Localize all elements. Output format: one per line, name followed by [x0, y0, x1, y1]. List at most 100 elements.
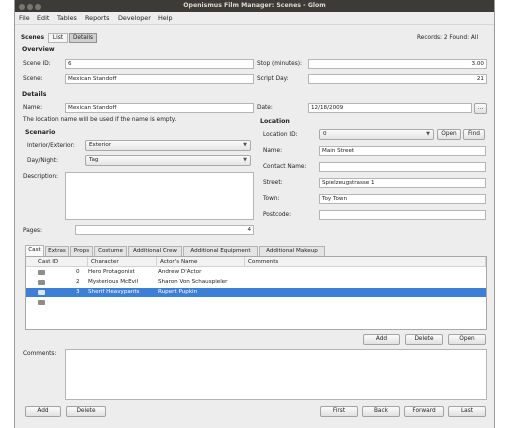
cast-id-cell: 0: [76, 269, 80, 275]
menu-help[interactable]: Help: [158, 14, 173, 22]
app-window: Openismus Film Manager: Scenes - Glom Fi…: [14, 0, 495, 428]
cast-open-button[interactable]: Open: [448, 334, 486, 345]
character-cell: Hero Protagonist: [88, 269, 135, 275]
chevron-down-icon: ▼: [243, 157, 247, 163]
location-name-hint: The location name will be used if the na…: [23, 117, 177, 123]
contact-name-label: Contact Name:: [263, 164, 307, 170]
records-count: Records: 2 Found: All: [417, 35, 479, 41]
details-heading: Details: [22, 91, 47, 98]
postcode-field[interactable]: [319, 210, 486, 220]
back-button[interactable]: Back: [362, 406, 400, 417]
character-cell: Sherif Heavypants: [88, 289, 140, 295]
table-row[interactable]: 0 Hero Protagonist Andrew D'Actor: [26, 268, 486, 277]
folder-icon[interactable]: [38, 270, 45, 275]
folder-icon[interactable]: [38, 290, 45, 295]
character-cell: Mysterious McEvil: [88, 279, 139, 285]
contact-name-field[interactable]: [319, 162, 486, 172]
cast-add-button[interactable]: Add: [363, 334, 400, 345]
first-button[interactable]: First: [320, 406, 358, 417]
tab-additional-makeup[interactable]: Additional Makeup: [259, 246, 325, 256]
location-id-label: Location ID:: [263, 132, 298, 138]
column-header-cast-id[interactable]: Cast ID: [26, 257, 88, 267]
comments-label: Comments:: [23, 351, 57, 357]
tab-additional-crew[interactable]: Additional Crew: [128, 246, 182, 256]
day-night-value: Tag: [89, 157, 99, 163]
column-header-actor-name[interactable]: Actor's Name: [157, 257, 245, 267]
date-label: Date:: [257, 105, 273, 111]
location-name-label: Name:: [263, 148, 283, 154]
actor-cell: Rupert Pupkin: [158, 289, 198, 295]
table-row-selected[interactable]: 3 Sherif Heavypants Rupert Pupkin: [26, 288, 486, 297]
folder-icon[interactable]: [38, 300, 45, 305]
cast-id-cell: 2: [76, 279, 80, 285]
pages-field[interactable]: 4: [75, 225, 254, 235]
table-name: Scenes: [21, 35, 45, 41]
menu-edit[interactable]: Edit: [37, 14, 49, 22]
interior-exterior-label: Interior/Exterior:: [27, 143, 75, 149]
scenario-heading: Scenario: [25, 129, 56, 136]
list-view-button[interactable]: List: [48, 33, 68, 43]
location-open-button[interactable]: Open: [437, 129, 461, 140]
town-field[interactable]: Toy Town: [319, 194, 486, 204]
actor-cell: Andrew D'Actor: [158, 269, 202, 275]
name-field[interactable]: Mexican Standoff: [65, 103, 254, 113]
forward-button[interactable]: Forward: [404, 406, 444, 417]
folder-icon[interactable]: [38, 280, 45, 285]
scene-id-label: Scene ID:: [23, 61, 51, 67]
location-find-button[interactable]: Find: [463, 129, 485, 140]
menu-bar: File Edit Tables Reports Developer Help: [15, 12, 494, 25]
tab-cast[interactable]: Cast: [25, 245, 44, 256]
table-row-empty[interactable]: [26, 298, 486, 307]
description-field[interactable]: [65, 172, 254, 220]
column-header-character[interactable]: Character: [88, 257, 157, 267]
town-label: Town:: [263, 196, 280, 202]
maximize-window-button[interactable]: [35, 4, 41, 10]
script-day-field[interactable]: 21: [308, 74, 487, 84]
actor-cell: Sharon Von Schauspieler: [158, 279, 228, 285]
chevron-down-icon: ▼: [426, 131, 430, 137]
location-id-combo[interactable]: 0 ▼: [319, 129, 434, 140]
minimize-window-button[interactable]: [27, 4, 33, 10]
cast-id-cell: 3: [76, 289, 80, 295]
comments-field[interactable]: [65, 349, 487, 400]
record-add-button[interactable]: Add: [25, 406, 61, 417]
date-field[interactable]: 12/18/2009: [308, 103, 472, 113]
pages-label: Pages:: [23, 228, 43, 234]
title-bar: Openismus Film Manager: Scenes - Glom: [15, 0, 494, 12]
interior-exterior-value: Exterior: [89, 142, 112, 148]
scene-id-field[interactable]: 6: [65, 59, 254, 69]
location-heading: Location: [260, 118, 290, 125]
record-delete-button[interactable]: Delete: [66, 406, 106, 417]
date-picker-button[interactable]: ...: [474, 103, 487, 114]
stop-field[interactable]: 3.00: [308, 59, 487, 69]
menu-reports[interactable]: Reports: [85, 14, 110, 22]
last-button[interactable]: Last: [448, 406, 486, 417]
tab-costume[interactable]: Costume: [94, 246, 127, 256]
scene-label: Scene:: [23, 76, 43, 82]
menu-file[interactable]: File: [19, 14, 30, 22]
interior-exterior-combo[interactable]: Exterior ▼: [85, 140, 251, 151]
description-label: Description:: [23, 174, 58, 180]
name-label: Name:: [23, 105, 43, 111]
day-night-combo[interactable]: Tag ▼: [85, 155, 251, 166]
location-id-value: 0: [323, 131, 327, 137]
close-window-button[interactable]: [19, 4, 25, 10]
day-night-label: Day/Night:: [27, 158, 58, 164]
script-day-label: Script Day:: [257, 76, 289, 82]
cast-table: Cast ID Character Actor's Name Comments …: [25, 256, 487, 330]
postcode-label: Postcode:: [263, 212, 292, 218]
tab-extras[interactable]: Extras: [45, 246, 69, 256]
menu-tables[interactable]: Tables: [57, 14, 77, 22]
column-header-comments[interactable]: Comments: [245, 257, 486, 267]
table-row[interactable]: 2 Mysterious McEvil Sharon Von Schauspie…: [26, 278, 486, 287]
location-name-field[interactable]: Main Street: [319, 146, 486, 156]
cast-delete-button[interactable]: Delete: [405, 334, 443, 345]
stop-label: Stop (minutes):: [257, 61, 302, 67]
tab-additional-equipment[interactable]: Additional Equipment: [183, 246, 258, 256]
menu-developer[interactable]: Developer: [118, 14, 151, 22]
tab-props[interactable]: Props: [70, 246, 93, 256]
street-field[interactable]: Spielzeugstrasse 1: [319, 178, 486, 188]
details-view-button[interactable]: Details: [69, 33, 97, 43]
scene-field[interactable]: Mexican Standoff: [65, 74, 254, 84]
street-label: Street:: [263, 180, 283, 186]
